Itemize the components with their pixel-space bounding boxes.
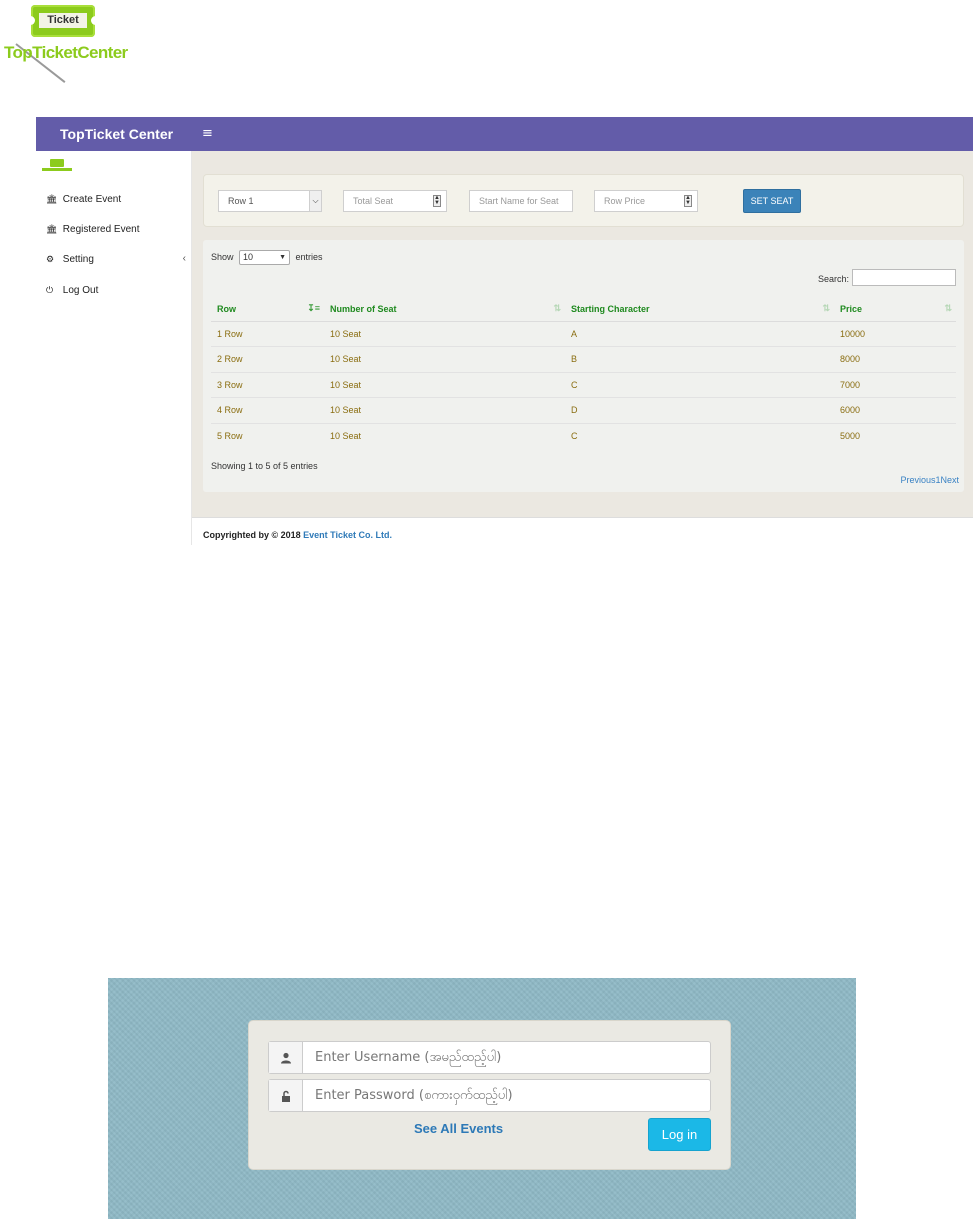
cell-number-of-seat: 10 Seat: [324, 372, 565, 398]
top-ticket-center-logo: Ticket TopTicketCenter: [0, 0, 130, 83]
chevron-down-icon: ⌵: [309, 191, 321, 211]
footer-company-link[interactable]: Event Ticket Co. Ltd.: [303, 530, 392, 540]
power-icon: ⏻: [46, 285, 54, 295]
cell-number-of-seat: 10 Seat: [324, 397, 565, 424]
sidebar-item-label: Registered Event: [62, 224, 140, 235]
pagination: Previous1Next: [900, 475, 959, 485]
table-row: 3 Row 10 Seat C 7000: [211, 372, 956, 398]
logo-badge-text: Ticket: [39, 13, 87, 28]
top-navbar: TopTicket Center ≡: [36, 117, 973, 151]
menu-toggle-icon[interactable]: ≡: [202, 117, 213, 151]
pager-next-link[interactable]: Next: [940, 475, 959, 485]
row-select[interactable]: Row 1 ⌵: [218, 190, 322, 212]
start-name-input[interactable]: Start Name for Seat: [469, 190, 573, 212]
cell-starting-character: C: [571, 431, 578, 441]
footer: Copyrighted by © 2018 Event Ticket Co. L…: [192, 517, 973, 545]
see-all-events-link[interactable]: See All Events: [414, 1121, 503, 1136]
sidebar-item-label: Log Out: [62, 285, 99, 296]
table-row: 4 Row 10 Seat D 6000: [211, 397, 956, 424]
page-length-select[interactable]: 10 ▼: [239, 250, 291, 266]
password-placeholder: Enter Password (စကားဝှက်ထည့်ပါ): [315, 1088, 513, 1103]
cell-starting-character: D: [565, 397, 834, 424]
unlock-icon: [269, 1080, 303, 1111]
cell-row: 1 Row: [211, 321, 324, 347]
sidebar-item-label: Create Event: [62, 194, 122, 205]
spinner-icon[interactable]: ▲ ▼: [433, 195, 441, 207]
sidebar-item-setting[interactable]: ⚙ Setting ‹: [46, 250, 186, 268]
search-input[interactable]: [852, 269, 956, 286]
cell-row: 5 Row: [217, 431, 243, 441]
entries-label: entries: [295, 252, 323, 262]
brand-title[interactable]: TopTicket Center: [60, 117, 173, 151]
set-seat-button[interactable]: SET SEAT: [743, 189, 801, 213]
sort-icon: ⇅: [822, 303, 830, 313]
sort-icon: ⇅: [553, 303, 561, 313]
username-field[interactable]: Enter Username (အမည်ထည့်ပါ): [268, 1041, 711, 1074]
user-icon: [269, 1042, 303, 1073]
row-price-input[interactable]: Row Price ▲ ▼: [594, 190, 698, 212]
main-content: Row 1 ⌵ Total Seat ▲ ▼ Start Name for Sea…: [192, 151, 973, 517]
cell-number-of-seat: 10 Seat: [324, 321, 565, 347]
start-name-placeholder: Start Name for Seat: [479, 196, 559, 206]
cell-price: 6000: [834, 397, 956, 424]
cell-starting-character: B: [565, 346, 834, 373]
cell-price: 10000: [834, 321, 956, 347]
row-price-placeholder: Row Price: [604, 196, 646, 206]
sidebar-item-create-event[interactable]: 🏛︎ Create Event: [46, 190, 186, 208]
bank-icon: 🏛︎: [46, 224, 58, 234]
sidebar-item-label: Setting: [62, 254, 94, 265]
password-field[interactable]: Enter Password (စကားဝှက်ထည့်ပါ): [268, 1079, 711, 1112]
cell-starting-character: C: [565, 372, 834, 398]
sidebar-item-registered-event[interactable]: 🏛︎ Registered Event: [46, 220, 186, 238]
logo-name: TopTicketCenter: [4, 43, 128, 62]
cell-starting-character: A: [565, 321, 834, 347]
sort-icon: ⇅: [944, 303, 952, 313]
sort-asc-icon: ↧≡: [307, 303, 320, 313]
cell-price: 5000: [840, 431, 861, 441]
row-select-value: Row 1: [228, 196, 254, 206]
column-header-number-of-seat[interactable]: Number of Seat ⇅: [324, 297, 565, 322]
seat-table-panel: Show 10 ▼ entries Search: Row ↧≡ Number o…: [203, 240, 964, 492]
chevron-left-icon: ‹: [182, 253, 186, 264]
show-label: Show: [211, 252, 234, 262]
login-button[interactable]: Log in: [648, 1118, 711, 1151]
cell-price: 7000: [834, 372, 956, 398]
cell-row: 2 Row: [211, 346, 324, 373]
table-row: 5 Row 10 Seat C 5000: [211, 423, 956, 449]
cell-price: 8000: [834, 346, 956, 373]
total-seat-input[interactable]: Total Seat ▲ ▼: [343, 190, 447, 212]
cell-row: 3 Row: [211, 372, 324, 398]
sidebar: 🏛︎ Create Event 🏛︎ Registered Event ⚙ Se…: [36, 151, 192, 545]
page-length-value: 10: [243, 252, 254, 263]
footer-copyright: Copyrighted by © 2018: [203, 530, 301, 540]
column-header-row[interactable]: Row ↧≡: [211, 297, 324, 322]
page-length-control: Show 10 ▼ entries: [211, 249, 323, 266]
login-screenshot: Enter Username (အမည်ထည့်ပါ) Enter Passwo…: [108, 978, 856, 1219]
table-info: Showing 1 to 5 of 5 entries: [211, 461, 318, 471]
total-seat-placeholder: Total Seat: [353, 196, 394, 206]
spinner-icon[interactable]: ▲ ▼: [684, 195, 692, 207]
table-row: 2 Row 10 Seat B 8000: [211, 346, 956, 373]
sidebar-item-log-out[interactable]: ⏻ Log Out: [46, 281, 186, 299]
login-card: Enter Username (အမည်ထည့်ပါ) Enter Passwo…: [248, 1020, 731, 1170]
table-header-row: Row ↧≡ Number of Seat ⇅ Starting Character…: [211, 297, 956, 322]
table-row: 1 Row 10 Seat A 10000: [211, 321, 956, 347]
sidebar-logo: [42, 159, 72, 175]
column-header-price[interactable]: Price ⇅: [834, 297, 956, 322]
cell-number-of-seat: 10 Seat: [324, 346, 565, 373]
ticket-badge-icon: Ticket: [26, 5, 100, 37]
cell-number-of-seat: 10 Seat: [330, 431, 362, 441]
admin-panel-screenshot: TopTicket Center ≡ 🏛︎ Create Event 🏛︎ Re…: [36, 117, 973, 545]
cogs-icon: ⚙: [46, 254, 55, 264]
set-seat-form: Row 1 ⌵ Total Seat ▲ ▼ Start Name for Sea…: [203, 174, 964, 227]
username-placeholder: Enter Username (အမည်ထည့်ပါ): [315, 1050, 502, 1065]
chevron-down-icon: ▼: [279, 254, 287, 262]
pager-previous-link[interactable]: Previous: [900, 475, 935, 485]
cell-row: 4 Row: [211, 397, 324, 424]
bank-icon: 🏛︎: [46, 194, 58, 204]
search-label: Search:: [818, 274, 850, 284]
seat-table: Row ↧≡ Number of Seat ⇅ Starting Character…: [211, 297, 956, 449]
column-header-starting-character[interactable]: Starting Character ⇅: [565, 297, 834, 322]
